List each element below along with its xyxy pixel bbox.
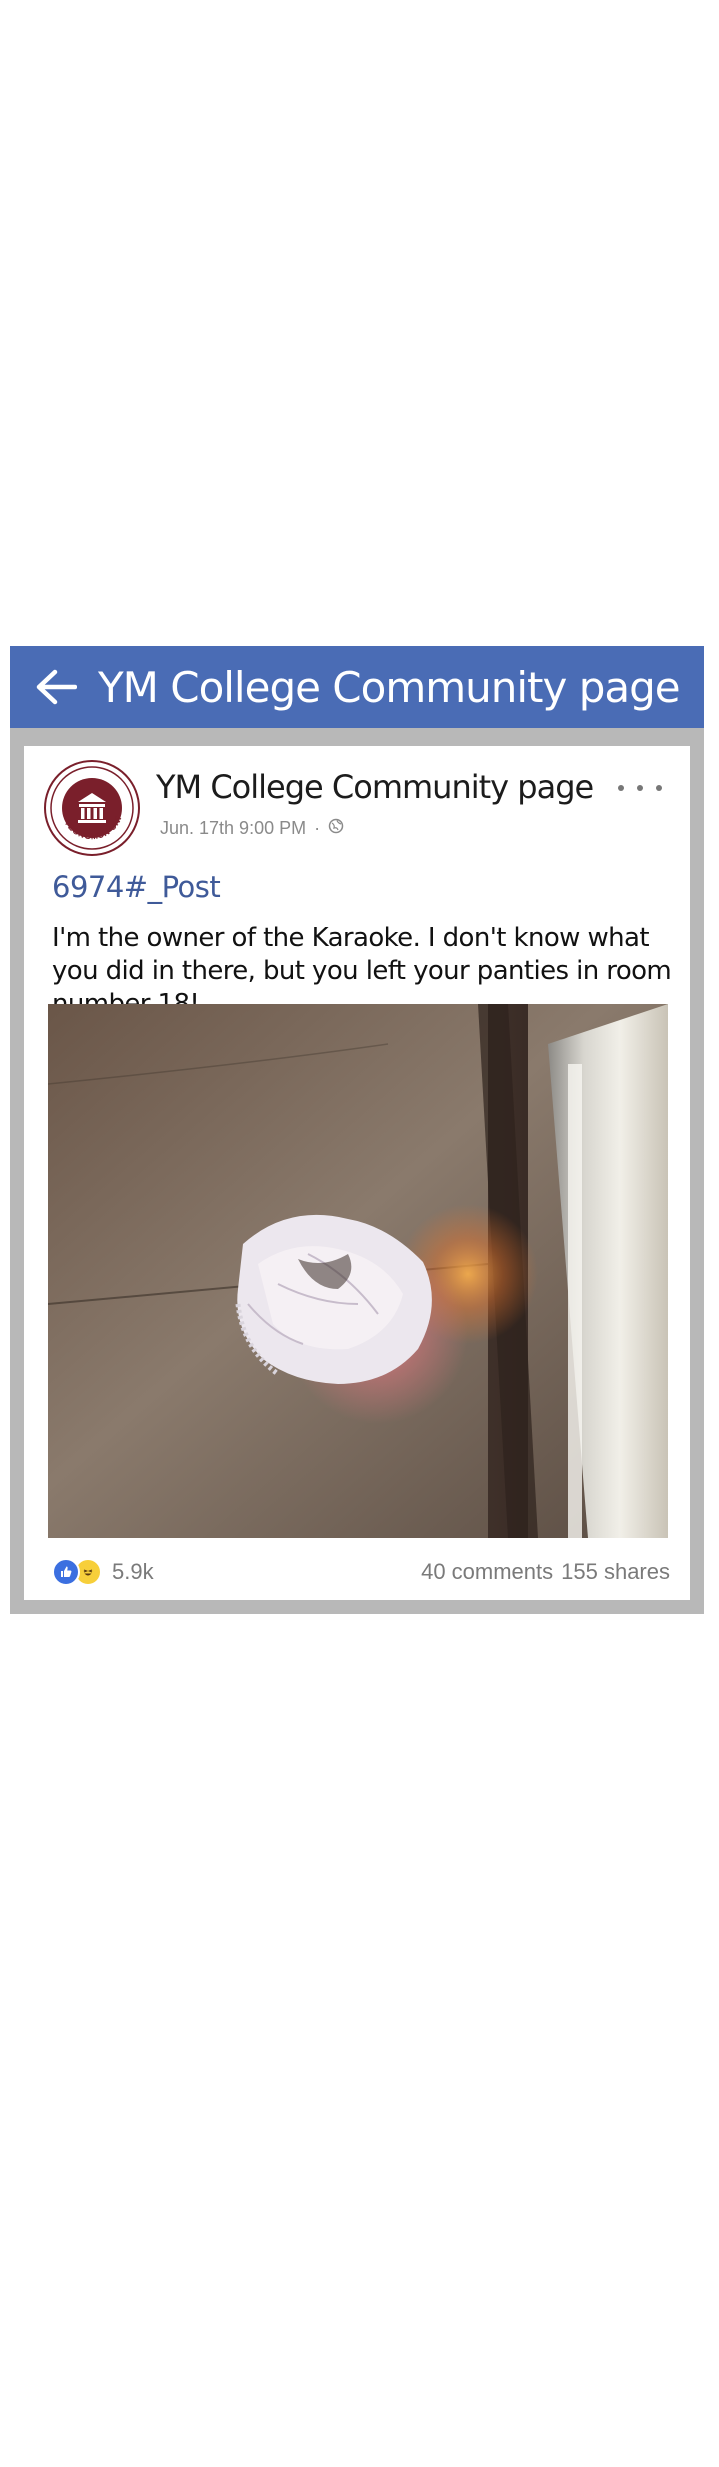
post-timestamp[interactable]: Jun. 17th 9:00 PM (160, 818, 306, 839)
post-photo[interactable] (48, 1004, 668, 1538)
like-icon (52, 1558, 80, 1586)
post-footer: 5.9k 40 comments 155 shares (52, 1556, 670, 1588)
reactions[interactable]: 5.9k (52, 1558, 154, 1586)
page-avatar[interactable]: YEONGMUN UNIV (44, 760, 140, 856)
post-card: YEONGMUN UNIV YM College Community page … (24, 746, 690, 1600)
post-meta: Jun. 17th 9:00 PM · (160, 818, 344, 839)
post-frame: YM College Community page YEONGMUN UNIV … (10, 646, 704, 1614)
post-hashtag[interactable]: 6974#_Post (52, 870, 221, 904)
reaction-count: 5.9k (112, 1559, 154, 1584)
top-bar-title: YM College Community page (98, 662, 681, 712)
top-bar: YM College Community page (10, 646, 704, 728)
more-options-icon[interactable] (618, 776, 662, 800)
college-logo: YEONGMUN UNIV (48, 764, 134, 850)
back-arrow-icon[interactable] (32, 663, 80, 711)
meta-separator: · (314, 818, 321, 838)
page-name-link[interactable]: YM College Community page (156, 768, 594, 806)
globe-icon (328, 818, 344, 839)
shares-count[interactable]: 155 shares (561, 1559, 670, 1585)
post-stats: 40 comments 155 shares (421, 1559, 670, 1585)
comments-count[interactable]: 40 comments (421, 1559, 553, 1585)
